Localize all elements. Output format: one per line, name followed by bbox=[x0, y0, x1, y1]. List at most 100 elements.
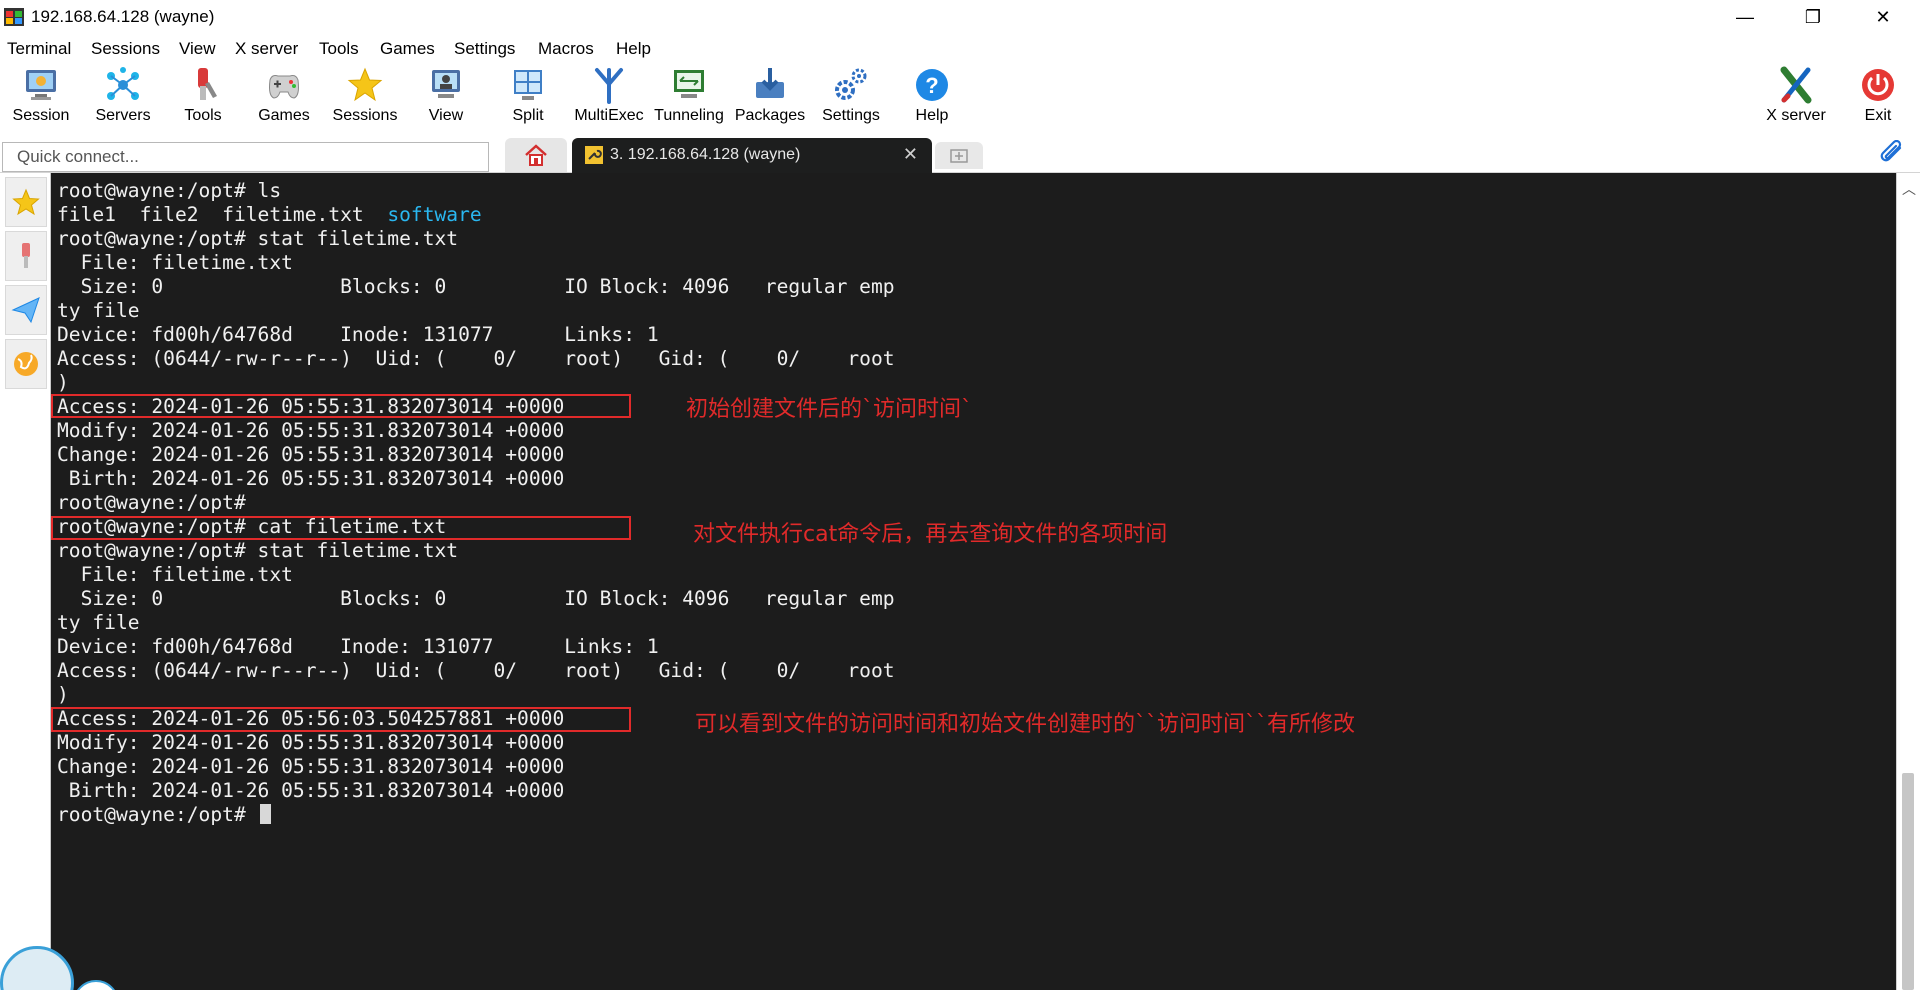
multiexec-button[interactable]: MultiExec bbox=[569, 64, 649, 134]
terminal-scrollbar[interactable]: ︿ bbox=[1896, 173, 1920, 990]
view-icon bbox=[432, 70, 460, 98]
new-tab-button[interactable] bbox=[935, 142, 983, 169]
tools-icon bbox=[198, 68, 217, 100]
exit-button[interactable]: Exit bbox=[1838, 64, 1918, 134]
restore-button[interactable]: ❐ bbox=[1784, 0, 1842, 34]
terminal-line: root@wayne:/opt# ls bbox=[57, 179, 282, 202]
terminal-line: Device: fd00h/64768d Inode: 131077 Links… bbox=[57, 635, 659, 658]
terminal-pane[interactable]: root@wayne:/opt# ls file1 file2 filetime… bbox=[51, 173, 1896, 990]
xserver-icon bbox=[1780, 66, 1812, 104]
split-label: Split bbox=[512, 107, 544, 124]
menu-macros[interactable]: Macros bbox=[538, 39, 594, 59]
menu-terminal[interactable]: Terminal bbox=[7, 39, 71, 59]
settings-icon bbox=[835, 68, 867, 100]
close-window-button[interactable]: ✕ bbox=[1854, 0, 1912, 34]
split-icon bbox=[514, 70, 542, 100]
tools-icon bbox=[22, 243, 30, 268]
sessions-label: Sessions bbox=[332, 107, 398, 124]
terminal-cursor bbox=[259, 804, 271, 824]
menu-x-server[interactable]: X server bbox=[235, 39, 298, 59]
help-icon: ? bbox=[916, 69, 948, 101]
scrollbar-thumb[interactable] bbox=[1902, 773, 1914, 990]
minimize-button[interactable]: — bbox=[1716, 0, 1774, 34]
star-icon bbox=[12, 188, 40, 216]
tab-close-icon[interactable]: ✕ bbox=[903, 144, 918, 165]
games-label: Games bbox=[258, 107, 310, 124]
xserver-button[interactable]: X server bbox=[1756, 64, 1836, 134]
terminal-line: Size: 0 Blocks: 0 IO Block: 4096 regular… bbox=[57, 275, 895, 298]
annotation-access-changed: 可以看到文件的访问时间和初始文件创建时的``访问时间``有所修改 bbox=[695, 712, 1356, 737]
tab-label: 3. 192.168.64.128 (wayne) bbox=[610, 146, 801, 163]
svg-text:?: ? bbox=[925, 73, 938, 98]
annotation-initial-access: 初始创建文件后的`访问时间` bbox=[686, 397, 973, 422]
sidebar-sftp-button[interactable] bbox=[5, 285, 47, 335]
minimize-icon: — bbox=[1736, 6, 1754, 27]
mobaxterm-window: 192.168.64.128 (wayne) — ❐ ✕ Terminal Se… bbox=[0, 0, 1920, 990]
exit-label: Exit bbox=[1864, 107, 1892, 124]
paperclip-icon[interactable] bbox=[1880, 140, 1906, 168]
xserver-label: X server bbox=[1766, 107, 1826, 124]
multiexec-icon bbox=[595, 68, 623, 104]
terminal-line: Birth: 2024-01-26 05:55:31.832073014 +00… bbox=[57, 467, 565, 490]
session-icon bbox=[26, 70, 56, 100]
terminal-line-ls-output: file1 file2 filetime.txt software bbox=[57, 203, 895, 227]
packages-button[interactable]: Packages bbox=[730, 64, 810, 134]
terminal-line: File: filetime.txt bbox=[57, 251, 293, 274]
sessions-button[interactable]: Sessions bbox=[325, 64, 405, 134]
session-label: Session bbox=[12, 107, 70, 124]
menu-bar: Terminal Sessions View X server Tools Ga… bbox=[0, 34, 1920, 64]
servers-button[interactable]: Servers bbox=[83, 64, 163, 134]
games-icon bbox=[269, 75, 299, 99]
terminal-line: root@wayne:/opt# bbox=[57, 491, 246, 514]
menu-games[interactable]: Games bbox=[380, 39, 435, 59]
prompt: root@wayne:/opt# bbox=[57, 803, 258, 826]
terminal-line: root@wayne:/opt# stat filetime.txt bbox=[57, 227, 459, 250]
menu-settings[interactable]: Settings bbox=[454, 39, 515, 59]
settings-button[interactable]: Settings bbox=[811, 64, 891, 134]
home-icon bbox=[525, 144, 547, 166]
tunneling-button[interactable]: Tunneling bbox=[649, 64, 729, 134]
terminal-prompt-line: root@wayne:/opt# bbox=[57, 803, 895, 827]
terminal-line: Size: 0 Blocks: 0 IO Block: 4096 regular… bbox=[57, 587, 895, 610]
terminal-line: ) bbox=[57, 683, 69, 706]
menu-view[interactable]: View bbox=[179, 39, 216, 59]
terminal-line: File: filetime.txt bbox=[57, 563, 293, 586]
menu-sessions[interactable]: Sessions bbox=[91, 39, 160, 59]
session-button[interactable]: Session bbox=[1, 64, 81, 134]
games-button[interactable]: Games bbox=[244, 64, 324, 134]
help-button[interactable]: ? Help bbox=[892, 64, 972, 134]
main-toolbar: Session Servers Tools Games Sessions Vie… bbox=[0, 64, 1920, 134]
globe-icon bbox=[14, 352, 38, 376]
terminal-line: Access: (0644/-rw-r--r--) Uid: ( 0/ root… bbox=[57, 347, 895, 370]
settings-label: Settings bbox=[822, 107, 880, 124]
title-bar: 192.168.64.128 (wayne) — ❐ ✕ bbox=[0, 0, 1920, 34]
servers-label: Servers bbox=[95, 107, 151, 124]
sidebar-sessions-button[interactable] bbox=[5, 177, 47, 227]
servers-icon bbox=[107, 67, 139, 100]
highlight-box-updated-access bbox=[51, 707, 631, 732]
tools-button[interactable]: Tools bbox=[163, 64, 243, 134]
split-button[interactable]: Split bbox=[488, 64, 568, 134]
mobaxterm-app-icon bbox=[4, 8, 24, 26]
quick-connect-input[interactable] bbox=[2, 142, 489, 172]
menu-tools[interactable]: Tools bbox=[319, 39, 359, 59]
view-button[interactable]: View bbox=[406, 64, 486, 134]
file-list: file1 file2 filetime.txt bbox=[57, 203, 388, 226]
tab-session-3[interactable]: 3. 192.168.64.128 (wayne) ✕ bbox=[572, 138, 932, 173]
left-sidebar bbox=[0, 173, 51, 990]
sidebar-tools-button[interactable] bbox=[5, 231, 47, 281]
sidebar-macros-button[interactable] bbox=[5, 339, 47, 389]
tunneling-icon bbox=[674, 70, 704, 98]
new-tab-icon bbox=[950, 148, 968, 163]
terminal-line: ty file bbox=[57, 611, 140, 634]
exit-icon bbox=[1862, 69, 1894, 101]
scroll-up-arrow-icon[interactable]: ︿ bbox=[1902, 179, 1916, 199]
paper-plane-icon bbox=[11, 297, 40, 324]
ssh-key-icon bbox=[585, 146, 603, 164]
terminal-line: Access: (0644/-rw-r--r--) Uid: ( 0/ root… bbox=[57, 659, 895, 682]
tunneling-label: Tunneling bbox=[654, 107, 724, 124]
home-tab[interactable] bbox=[505, 138, 567, 172]
terminal-line: Change: 2024-01-26 05:55:31.832073014 +0… bbox=[57, 755, 565, 778]
terminal-line: Device: fd00h/64768d Inode: 131077 Links… bbox=[57, 323, 659, 346]
menu-help[interactable]: Help bbox=[616, 39, 651, 59]
